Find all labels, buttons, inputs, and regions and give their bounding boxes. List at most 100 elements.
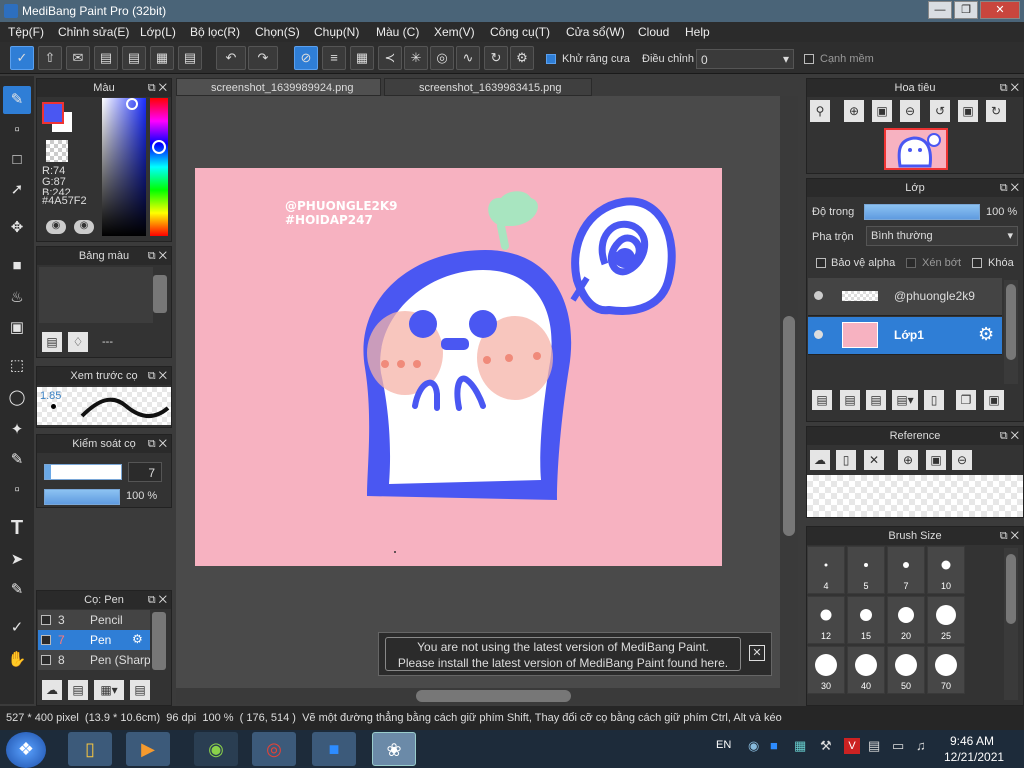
brush-size-cell[interactable]: 15 xyxy=(847,596,885,644)
notification-close-icon[interactable]: ✕ xyxy=(749,645,765,661)
new-halftone-layer-icon[interactable]: ▤ xyxy=(840,390,860,410)
layer-opacity-slider[interactable] xyxy=(864,204,980,220)
add-brush-icon[interactable]: ▤ xyxy=(68,680,88,700)
brush-size-field[interactable]: 7 xyxy=(128,462,162,482)
antialias-checkbox[interactable] xyxy=(546,54,556,64)
brush-size-cell[interactable]: 70 xyxy=(927,646,965,694)
zoom-app-icon[interactable]: ■ xyxy=(312,732,356,766)
open-folder-icon[interactable]: ▯ xyxy=(836,450,856,470)
brush-size-cell[interactable]: 25 xyxy=(927,596,965,644)
menu-window[interactable]: Cửa sổ(W) xyxy=(566,25,625,39)
brush-opacity-slider[interactable] xyxy=(44,489,120,505)
rotate-left-icon[interactable]: ↺ xyxy=(930,100,950,122)
chrome-icon[interactable]: ◎ xyxy=(252,732,296,766)
select-eraser-icon[interactable]: ▫ xyxy=(3,476,31,504)
browser-app-icon[interactable]: ◉ xyxy=(194,732,238,766)
file-explorer-icon[interactable]: ▯ xyxy=(68,732,112,766)
antivirus-tray-icon[interactable]: V xyxy=(844,738,860,754)
new-layer-icon[interactable]: ▤ xyxy=(812,390,832,410)
menu-help[interactable]: Help xyxy=(685,25,710,39)
transparent-swatch[interactable] xyxy=(46,140,68,162)
brush-size-cell[interactable]: 20 xyxy=(887,596,925,644)
fill-rect-tool-icon[interactable]: ■ xyxy=(3,252,31,280)
no-snap-icon[interactable]: ⊘ xyxy=(294,46,318,70)
tab-file-2[interactable]: screenshot_1639983415.png xyxy=(384,78,592,96)
layer-settings-icon[interactable]: ⚙ xyxy=(978,324,994,345)
new-page-icon[interactable]: ▤ xyxy=(42,332,62,352)
fit-window-icon[interactable]: ▣ xyxy=(872,100,892,122)
tools-tray-icon[interactable]: ⚒ xyxy=(820,738,832,754)
menu-edit[interactable]: Chỉnh sửa(E) xyxy=(58,25,129,39)
brush-size-cell[interactable]: 5 xyxy=(847,546,885,594)
color-add-icon[interactable]: ◉ xyxy=(74,220,94,234)
close-button[interactable]: ✕ xyxy=(980,1,1020,19)
zoom-in-icon[interactable]: ⊕ xyxy=(898,450,918,470)
brush-size-cell[interactable]: 12 xyxy=(807,596,845,644)
rotate-right-icon[interactable]: ↻ xyxy=(986,100,1006,122)
duplicate-layer-icon[interactable]: ❐ xyxy=(956,390,976,410)
brush-item[interactable]: 3 Pencil xyxy=(38,610,150,630)
clock-time[interactable]: 9:46 AM xyxy=(950,734,994,748)
zoom-in-icon[interactable]: ⊕ xyxy=(844,100,864,122)
rotate-icon[interactable]: ↻ xyxy=(484,46,508,70)
trash-icon[interactable]: ♢ xyxy=(68,332,88,352)
curve-snap-icon[interactable]: ∿ xyxy=(456,46,480,70)
menu-capture[interactable]: Chụp(N) xyxy=(314,25,359,39)
hue-slider[interactable] xyxy=(150,98,168,236)
color-picker-icon[interactable]: ◉ xyxy=(46,220,66,234)
rectangle-tool-icon[interactable]: □ xyxy=(3,146,31,174)
redo-icon[interactable]: ↷ xyxy=(248,46,278,70)
cloud-icon[interactable]: ☁ xyxy=(810,450,830,470)
magic-wand-icon[interactable]: ✦ xyxy=(3,416,31,444)
brush-size-cell[interactable]: 50 xyxy=(887,646,925,694)
gradient-tool-icon[interactable]: ▣ xyxy=(3,314,31,342)
brush-menu-icon[interactable]: ▦▾ xyxy=(94,680,124,700)
brush-size-cell[interactable]: 7 xyxy=(887,546,925,594)
blend-mode-select[interactable]: Bình thường ▾ xyxy=(866,226,1018,246)
tab-file-1[interactable]: screenshot_1639989924.png xyxy=(176,78,381,96)
zalo-icon[interactable]: ◉ xyxy=(748,738,759,754)
hand-icon[interactable]: ✋ xyxy=(3,646,31,674)
brush-item-selected[interactable]: 7 Pen ⚙ xyxy=(38,630,150,650)
export-icon[interactable]: ⇧ xyxy=(38,46,62,70)
line-tool-icon[interactable]: ➚ xyxy=(3,176,31,204)
protect-alpha-checkbox[interactable] xyxy=(816,258,826,268)
visibility-icon[interactable] xyxy=(814,291,823,300)
language-indicator[interactable]: EN xyxy=(716,739,731,751)
minimize-button[interactable]: — xyxy=(928,1,952,19)
fit-window-icon[interactable]: ▣ xyxy=(926,450,946,470)
parallel-snap-icon[interactable]: ≡ xyxy=(322,46,346,70)
maximize-button[interactable]: ❐ xyxy=(954,1,978,19)
sv-cursor[interactable] xyxy=(126,98,138,110)
film-icon[interactable]: ▤ xyxy=(178,46,202,70)
page-icon[interactable]: ▤ xyxy=(94,46,118,70)
brush-item[interactable]: 8 Pen (Sharp xyxy=(38,650,150,670)
brush-tool-icon[interactable]: ✎ xyxy=(3,86,31,114)
comment-icon[interactable]: ✉ xyxy=(66,46,90,70)
menu-file[interactable]: Tệp(F) xyxy=(8,25,44,39)
zoom-fit-icon[interactable]: ⚲ xyxy=(810,100,830,122)
folder-icon[interactable]: ▯ xyxy=(924,390,944,410)
layer-row-selected[interactable]: Lớp1 ⚙ xyxy=(808,317,1002,355)
layer-row[interactable]: @phuongle2k9 xyxy=(808,278,1002,316)
media-player-icon[interactable]: ▶ xyxy=(126,732,170,766)
select-pen-icon[interactable]: ✎ xyxy=(3,446,31,474)
cloud-brush-icon[interactable]: ☁ xyxy=(42,680,62,700)
power-icon[interactable]: ▭ xyxy=(892,738,904,754)
menu-view[interactable]: Xem(V) xyxy=(434,25,475,39)
radial-snap-icon[interactable]: ✳ xyxy=(404,46,428,70)
saturation-value-picker[interactable] xyxy=(102,98,146,236)
brush-size-cell[interactable]: 30 xyxy=(807,646,845,694)
network-tray-icon[interactable]: ▦ xyxy=(794,738,806,754)
brush-properties-icon[interactable]: ▤ xyxy=(130,680,150,700)
flip-icon[interactable]: ▣ xyxy=(958,100,978,122)
visibility-icon[interactable] xyxy=(814,330,823,339)
lasso-icon[interactable]: ◯ xyxy=(3,384,31,412)
volume-icon[interactable]: ♫ xyxy=(916,738,926,753)
circle-snap-icon[interactable]: ◎ xyxy=(430,46,454,70)
zoom-out-icon[interactable]: ⊖ xyxy=(952,450,972,470)
lock-checkbox[interactable] xyxy=(972,258,982,268)
select-rect-icon[interactable]: ⬚ xyxy=(3,352,31,380)
layer-scrollbar[interactable] xyxy=(1004,280,1018,384)
brush-size-cell[interactable]: 40 xyxy=(847,646,885,694)
